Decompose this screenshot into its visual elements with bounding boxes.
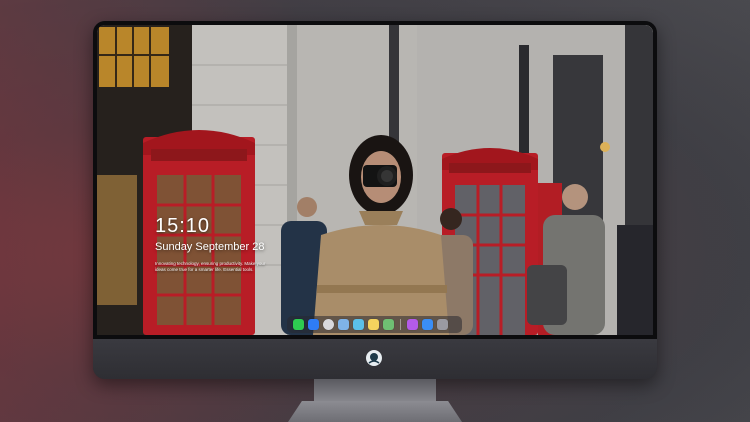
wallpaper-photo	[97, 25, 653, 335]
music-icon[interactable]	[407, 319, 418, 330]
photos-icon[interactable]	[383, 319, 394, 330]
monitor-stand-base	[288, 401, 462, 422]
video-icon[interactable]	[353, 319, 364, 330]
brand-logo-icon	[366, 350, 382, 366]
monitor-stand-neck	[314, 379, 436, 403]
clock-time: 15:10	[155, 215, 211, 237]
notes-icon[interactable]	[368, 319, 379, 330]
messages-icon[interactable]	[293, 319, 304, 330]
monitor-bezel: 15:10 Sunday September 28 Innovating tec…	[93, 21, 657, 339]
monitor: 15:10 Sunday September 28 Innovating tec…	[93, 21, 657, 379]
clock-date: Sunday September 28	[155, 241, 265, 253]
camera-icon[interactable]	[437, 319, 448, 330]
dock	[287, 316, 462, 333]
lock-message: Innovating technology, ensuring producti…	[155, 261, 266, 272]
lock-screen[interactable]: 15:10 Sunday September 28 Innovating tec…	[97, 25, 653, 335]
finder-icon[interactable]	[308, 319, 319, 330]
dock-separator	[400, 319, 401, 330]
app-store-icon[interactable]	[422, 319, 433, 330]
monitor-chin	[93, 339, 657, 379]
files-icon[interactable]	[338, 319, 349, 330]
settings-icon[interactable]	[323, 319, 334, 330]
